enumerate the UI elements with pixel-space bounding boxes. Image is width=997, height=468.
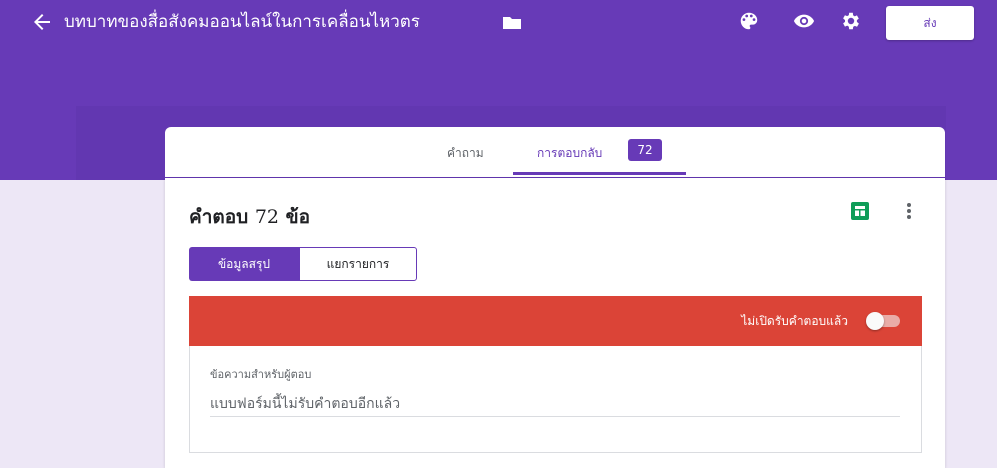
individual-tab-button[interactable]: แยกรายการ [299,247,417,281]
settings-gear-icon[interactable] [840,10,862,32]
palette-icon[interactable] [738,10,760,32]
accepting-status-label: ไม่เปิดรับคำตอบแล้ว [741,314,848,328]
responses-heading-unit: ข้อ [285,206,311,228]
form-title[interactable]: บทบาทของสื่อสังคมออนไลน์ในการเคลื่อนไหวต… [64,11,420,33]
responses-heading: คำตอบ 72 ข้อ [189,202,310,232]
summary-tab-button[interactable]: ข้อมูลสรุป [189,247,299,281]
active-tab-indicator [513,172,686,175]
respondent-message-box: ข้อความสำหรับผู้ตอบ [189,346,922,453]
tab-questions[interactable]: คำถาม [447,144,484,163]
send-button[interactable]: ส่ง [886,6,974,40]
closed-responses-banner: ไม่เปิดรับคำตอบแล้ว [189,296,922,346]
responses-heading-count: 72 [254,206,280,228]
responses-card: คำตอบ 72 ข้อ ข้อมูลสรุป แยกรายการ ไม่เปิ… [165,178,945,468]
responses-heading-label: คำตอบ [189,206,249,228]
google-sheets-icon[interactable] [851,202,869,220]
tabs-bar: คำถาม การตอบกลับ 72 [165,127,945,177]
folder-icon[interactable] [502,15,522,29]
preview-eye-icon[interactable] [793,10,815,32]
toggle-knob [866,312,884,330]
accepting-responses-toggle[interactable] [866,312,902,330]
more-options-icon[interactable] [903,200,915,222]
responses-count-badge: 72 [628,139,662,161]
respondent-message-label: ข้อความสำหรับผู้ตอบ [210,368,312,381]
back-arrow-icon[interactable] [30,10,54,34]
respondent-message-field[interactable] [210,392,900,417]
tab-responses[interactable]: การตอบกลับ [537,144,602,163]
